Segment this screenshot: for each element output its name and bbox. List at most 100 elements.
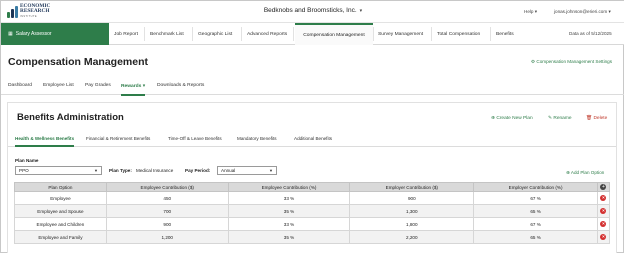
column-header-employee-dollar[interactable]: Employee Contribution ($) [105, 182, 229, 192]
column-header-actions[interactable]: + [596, 182, 611, 192]
cell-employee-dollar[interactable]: 450 [105, 191, 229, 205]
plan-type-value: Medical Insurance [136, 168, 174, 173]
remove-circle-icon[interactable]: × [600, 221, 607, 227]
cell-employer-percent: 65 % [473, 204, 598, 218]
add-plan-option-label: Add Plan Option [570, 170, 605, 175]
settings-link-label: Compensation Management Settings [536, 59, 612, 64]
nav-survey-management[interactable]: Survey Management [378, 23, 423, 45]
table-row: Employee 450 33 % 900 67 % × [14, 191, 611, 205]
pay-period-select[interactable]: Annual ▼ [217, 166, 277, 175]
cell-employee-percent: 35 % [227, 204, 351, 218]
nav-benchmark-list[interactable]: Benchmark List [150, 23, 184, 45]
data-as-of-date: Data as of 5/12/2025 [569, 31, 612, 36]
benefits-panel: Benefits Administration ⊕ Create New Pla… [7, 102, 617, 253]
remove-circle-icon[interactable]: × [600, 195, 607, 201]
cell-actions: × [596, 230, 611, 244]
subnav-dashboard[interactable]: Dashboard [8, 83, 32, 88]
app-frame: ECONOMIC RESEARCH INSTITUTE Bedknobs and… [0, 0, 624, 253]
tab-financial-retirement[interactable]: Financial & Retirement Benefits [86, 136, 150, 141]
delete-label: Delete [593, 116, 608, 121]
cell-employer-dollar[interactable]: 900 [349, 191, 475, 205]
column-header-employer-percent[interactable]: Employer Contribution (%) [473, 182, 598, 192]
nav-advanced-reports[interactable]: Advanced Reports [247, 23, 287, 45]
tab-mandatory-benefits[interactable]: Mandatory Benefits [237, 136, 277, 141]
remove-circle-icon[interactable]: × [600, 234, 607, 240]
nav-compensation-management[interactable]: Compensation Management [295, 23, 373, 45]
logo-tagline: INSTITUTE [20, 15, 38, 18]
app-switcher-button[interactable]: ▦ Salary Assessor [1, 23, 109, 45]
sub-nav: Dashboard Employee List Pay Grades Rewar… [1, 79, 624, 96]
user-email: jonas.johnson@erieri.com [554, 9, 608, 14]
add-plan-option-button[interactable]: ⊕ Add Plan Option [566, 170, 604, 176]
nav-total-compensation[interactable]: Total Compensation [437, 23, 480, 45]
subnav-rewards[interactable]: Rewards ▾ [121, 83, 146, 96]
cell-employer-percent: 67 % [473, 191, 598, 205]
nav-job-report[interactable]: Job Report [114, 23, 138, 45]
table-row: Employee and Family 1,200 35 % 2,200 65 … [14, 230, 611, 244]
caret-down-icon: ▼ [94, 168, 98, 173]
cell-plan-option: Employee and Children [14, 217, 107, 231]
pay-period-value: Annual [221, 168, 236, 173]
pencil-icon: ✎ [548, 116, 553, 121]
subnav-downloads-reports[interactable]: Downloads & Reports [157, 83, 204, 88]
caret-down-icon: ▾ [359, 8, 363, 14]
rename-label: Rename [553, 116, 572, 121]
plus-circle-icon: ⊕ [491, 116, 496, 121]
subnav-pay-grades[interactable]: Pay Grades [85, 83, 111, 88]
delete-button[interactable]: 🗑 Delete [586, 116, 607, 121]
caret-down-icon: ▼ [269, 168, 273, 173]
remove-circle-icon[interactable]: × [600, 208, 607, 214]
cell-actions: × [596, 217, 611, 231]
gear-icon: ⚙ [531, 59, 536, 64]
cell-employee-percent: 35 % [227, 230, 351, 244]
plan-name-value: PPO [19, 168, 29, 173]
column-header-plan-option[interactable]: Plan Option [14, 182, 107, 192]
nav-geographic-list[interactable]: Geographic List [198, 23, 232, 45]
app-switcher-label: Salary Assessor [15, 31, 52, 37]
subnav-employee-list[interactable]: Employee List [43, 83, 74, 88]
tab-time-off-leave[interactable]: Time-Off & Leave Benefits [168, 136, 222, 141]
cell-employee-percent: 33 % [227, 191, 351, 205]
subnav-rewards-label: Rewards [121, 84, 142, 89]
cell-actions: × [596, 204, 611, 218]
create-new-plan-button[interactable]: ⊕ Create New Plan [491, 116, 533, 121]
plan-options-table: Plan Option Employee Contribution ($) Em… [14, 182, 611, 244]
cell-employer-dollar[interactable]: 1,300 [349, 204, 475, 218]
cell-employer-percent: 67 % [473, 217, 598, 231]
table-row: Employee and Children 900 33 % 1,800 67 … [14, 217, 611, 231]
cell-employer-dollar[interactable]: 2,200 [349, 230, 475, 244]
help-label: Help [524, 9, 534, 14]
cell-employee-dollar[interactable]: 700 [105, 204, 229, 218]
help-menu[interactable]: Help ▾ [524, 9, 537, 15]
main-nav: ▦ Salary Assessor Job Report Benchmark L… [1, 23, 624, 45]
column-header-employer-dollar[interactable]: Employer Contribution ($) [349, 182, 475, 192]
pay-period-label: Pay Period: [185, 168, 211, 173]
plan-name-label: Plan Name [15, 158, 39, 163]
cell-employee-percent: 33 % [227, 217, 351, 231]
tab-health-wellness[interactable]: Health & Wellness Benefits [15, 136, 75, 147]
cell-employer-percent: 65 % [473, 230, 598, 244]
company-name: Bedknobs and Broomsticks, Inc. [263, 7, 357, 14]
plus-circle-icon[interactable]: + [600, 184, 607, 190]
cell-employee-dollar[interactable]: 900 [105, 217, 229, 231]
rename-button[interactable]: ✎ Rename [548, 116, 572, 121]
benefit-tabs: Health & Wellness Benefits Financial & R… [8, 131, 616, 147]
nav-benefits[interactable]: Benefits [496, 23, 514, 45]
cell-plan-option: Employee [14, 191, 107, 205]
caret-down-icon: ▾ [142, 84, 146, 89]
tab-additional-benefits[interactable]: Additional Benefits [294, 136, 332, 141]
cell-plan-option: Employee and Family [14, 230, 107, 244]
page-title: Compensation Management [8, 56, 149, 68]
cell-actions: × [596, 191, 611, 205]
plus-circle-icon: ⊕ [566, 170, 570, 175]
compensation-settings-link[interactable]: ⚙ Compensation Management Settings [531, 59, 612, 65]
create-plan-label: Create New Plan [496, 116, 533, 121]
column-header-employee-percent[interactable]: Employee Contribution (%) [227, 182, 351, 192]
cell-employee-dollar[interactable]: 1,200 [105, 230, 229, 244]
cell-employer-dollar[interactable]: 1,800 [349, 217, 475, 231]
cell-plan-option: Employee and Spouse [14, 204, 107, 218]
top-bar: ECONOMIC RESEARCH INSTITUTE Bedknobs and… [1, 1, 624, 23]
grid-icon: ▦ [8, 31, 13, 37]
user-menu[interactable]: jonas.johnson@erieri.com ▾ [554, 9, 611, 15]
plan-name-select[interactable]: PPO ▼ [15, 166, 102, 175]
